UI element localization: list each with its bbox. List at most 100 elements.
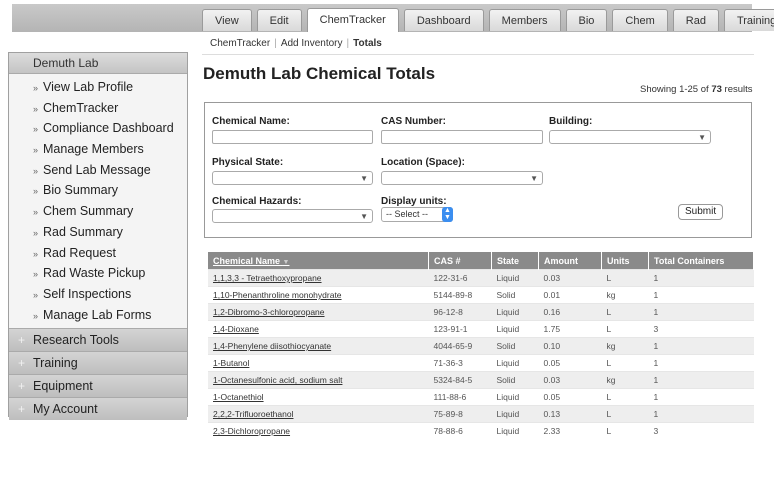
amount-cell: 0.13 [538,405,602,423]
building-label: Building: [549,116,593,127]
physical-state-select[interactable]: ▼ [212,171,373,185]
chemical-hazards-select[interactable]: ▼ [212,209,373,223]
tab-chem[interactable]: Chem [612,9,668,31]
results-table: Chemical Name ▼ CAS # State Amount Units… [208,252,754,439]
sidebar-item-manage-lab-forms[interactable]: » Manage Lab Forms [9,305,187,326]
cas-number-input[interactable] [381,130,543,144]
units-cell: L [601,422,649,439]
breadcrumb-chemtracker[interactable]: ChemTracker [210,38,270,49]
tab-edit[interactable]: Edit [256,9,302,31]
plus-icon: + [18,333,26,348]
bullet-icon: » [33,83,39,93]
column-header-total-containers[interactable]: Total Containers [648,252,754,270]
amount-cell: 2.33 [538,422,602,439]
sidebar-section-research-tools[interactable]: + Research Tools [9,328,187,352]
chemical-name-input[interactable] [212,130,373,144]
column-header-chemical-name[interactable]: Chemical Name ▼ [208,252,429,270]
sidebar-item-view-lab-profile[interactable]: » View Lab Profile [9,77,187,98]
chemical-name-cell: 1,2-Dibromo-3-chloropropane [208,303,429,321]
tab-dashboard[interactable]: Dashboard [403,9,484,31]
bullet-icon: » [33,227,39,238]
chemical-name-cell: 1,4-Dioxane [208,320,429,338]
column-header-state[interactable]: State [491,252,539,270]
bullet-icon: » [33,289,39,300]
chevron-down-icon: ▼ [360,212,368,221]
column-header-cas[interactable]: CAS # [428,252,492,270]
state-cell: Solid [491,286,539,304]
state-cell: Liquid [491,405,539,423]
sidebar-item-chemtracker[interactable]: » ChemTracker [9,98,187,119]
chemical-name-link[interactable]: 1,2-Dibromo-3-chloropropane [213,307,325,317]
chemical-name-cell: 1,4-Phenylene diisothiocyanate [208,337,429,355]
sidebar-item-label: Manage Members [43,142,144,157]
sidebar-item-label: ChemTracker [43,100,119,115]
sidebar-item-label: Manage Lab Forms [43,307,152,322]
chemical-name-link[interactable]: 2,2,2-Trifluoroethanol [213,409,293,419]
sidebar-section-my-account[interactable]: + My Account [9,397,187,421]
chemical-name-link[interactable]: 1,4-Phenylene diisothiocyanate [213,341,331,351]
tab-bio[interactable]: Bio [565,9,608,31]
tab-chemtracker[interactable]: ChemTracker [306,8,399,32]
results-count-prefix: Showing 1-25 of [640,84,709,95]
chemical-name-link[interactable]: 1-Octanethiol [213,392,264,402]
table-row: 1,4-Phenylene diisothiocyanate 4044-65-9 S… [208,337,754,355]
chemical-name-link[interactable]: 1-Octanesulfonic acid, sodium salt [213,375,342,385]
sidebar-item-send-lab-message[interactable]: » Send Lab Message [9,160,187,181]
results-count-suffix: results [724,84,753,95]
location-select[interactable]: ▼ [381,171,543,185]
state-cell: Solid [491,371,539,389]
column-header-amount[interactable]: Amount [538,252,602,270]
chemical-name-link[interactable]: 1,4-Dioxane [213,324,259,334]
sidebar-item-compliance-dashboard[interactable]: » Compliance Dashboard [9,118,187,139]
units-cell: kg [601,286,649,304]
sidebar-item-chem-summary[interactable]: » Chem Summary [9,201,187,222]
display-units-select[interactable]: -- Select -- ▲ ▼ [381,207,453,222]
page-title: Demuth Lab Chemical Totals [203,64,436,83]
chemical-name-link[interactable]: 1-Butanol [213,358,249,368]
sidebar-item-rad-summary[interactable]: » Rad Summary [9,222,187,243]
cas-cell: 5144-89-8 [428,286,492,304]
location-label: Location (Space): [381,157,465,168]
containers-cell: 1 [648,337,754,355]
column-header-units[interactable]: Units [601,252,649,270]
containers-cell: 1 [648,405,754,423]
units-cell: L [601,303,649,321]
tab-training[interactable]: Training [723,9,774,31]
results-count: Showing 1-25 of 73 results [640,84,753,95]
amount-cell: 0.10 [538,337,602,355]
sidebar-item-label: Bio Summary [43,183,119,198]
bullet-icon: » [33,269,39,280]
sidebar-section-label: Research Tools [33,333,119,348]
tab-view[interactable]: View [202,9,252,31]
sidebar-item-label: Chem Summary [43,204,134,219]
state-cell: Liquid [491,354,539,372]
sidebar-submenu: » View Lab Profile » ChemTracker » Complian… [9,74,187,329]
sidebar-section-equipment[interactable]: + Equipment [9,374,187,398]
chemical-name-link[interactable]: 2,3-Dichloropropane [213,426,290,436]
sidebar-item-rad-waste-pickup[interactable]: » Rad Waste Pickup [9,263,187,284]
units-cell: L [601,388,649,406]
chemical-name-link[interactable]: 1,10-Phenanthroline monohydrate [213,290,342,300]
tab-members[interactable]: Members [488,9,561,31]
building-select[interactable]: ▼ [549,130,711,144]
chemical-name-link[interactable]: 1,1,3,3 - Tetraethoxypropane [213,273,322,283]
sidebar-section-training[interactable]: + Training [9,351,187,375]
state-cell: Liquid [491,422,539,439]
amount-cell: 0.16 [538,303,602,321]
containers-cell: 1 [648,371,754,389]
stepper-icon: ▲ ▼ [442,207,453,222]
tab-rad[interactable]: Rad [672,9,719,31]
sidebar-item-self-inspections[interactable]: » Self Inspections [9,284,187,305]
results-count-total: 73 [711,84,722,95]
submit-button[interactable]: Submit [678,204,724,220]
sidebar-item-label: Rad Summary [43,224,123,239]
bullet-icon: » [33,165,39,176]
sidebar-head-demuth-lab[interactable]: Demuth Lab [9,53,187,74]
sidebar-item-manage-members[interactable]: » Manage Members [9,139,187,160]
table-row: 2,2,2-Trifluoroethanol 75-89-8 Liquid 0.13 L… [208,405,754,423]
bullet-icon: » [33,124,39,135]
bullet-icon: » [33,145,39,156]
sidebar-item-rad-request[interactable]: » Rad Request [9,243,187,264]
breadcrumb-add-inventory[interactable]: Add Inventory [281,38,343,49]
sidebar-item-bio-summary[interactable]: » Bio Summary [9,180,187,201]
